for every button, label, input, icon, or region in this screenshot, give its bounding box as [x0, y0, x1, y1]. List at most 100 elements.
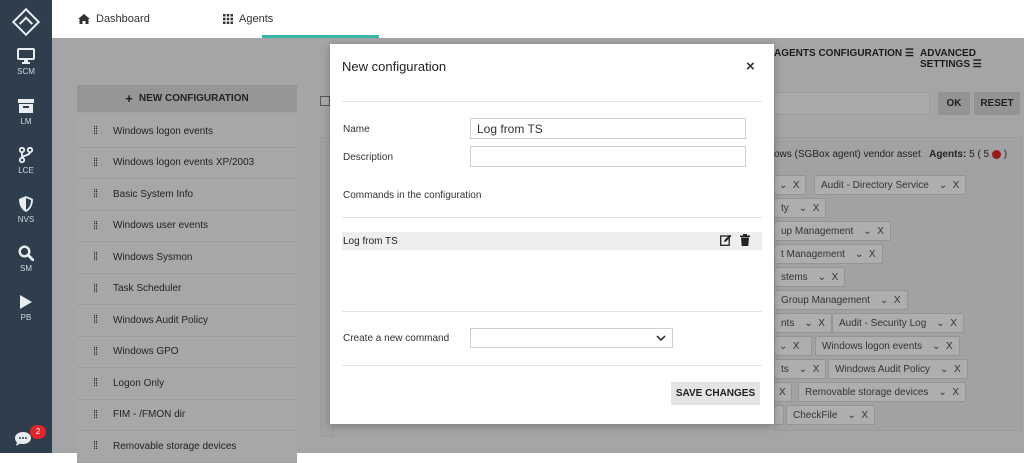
list-item[interactable]: ⁞⁞ Task Scheduler: [77, 273, 297, 305]
drag-handle-icon[interactable]: ⁞⁞: [77, 220, 113, 232]
remove-tag-icon[interactable]: ⌄ X: [799, 364, 820, 375]
tag[interactable]: CheckFile ⌄ X: [786, 405, 876, 425]
list-item-label: Windows logon events: [113, 125, 214, 137]
list-item[interactable]: ⁞⁞ Windows logon events XP/2003: [77, 147, 297, 179]
divider: [342, 311, 762, 312]
remove-tag-icon[interactable]: ⌄ X: [799, 203, 820, 214]
play-icon: [20, 295, 32, 309]
trash-icon[interactable]: [740, 234, 750, 246]
tag[interactable]: ⌄ X: [774, 175, 806, 195]
advanced-settings-link[interactable]: ADVANCED SETTINGS ☰: [920, 48, 1024, 70]
remove-tag-icon[interactable]: ⌄ X: [818, 272, 839, 283]
list-item[interactable]: ⁞⁞ Windows logon events: [77, 116, 297, 148]
remove-tag-icon[interactable]: ⌄ X: [855, 249, 876, 260]
close-icon[interactable]: ×: [746, 58, 755, 75]
drag-handle-icon[interactable]: ⁞⁞: [77, 409, 113, 421]
reset-button[interactable]: RESET: [974, 92, 1020, 115]
remove-tag-icon[interactable]: ⌄ X: [932, 341, 953, 352]
divider: [342, 101, 762, 102]
remove-tag-icon[interactable]: ⌄ X: [779, 180, 800, 191]
remove-tag-icon[interactable]: ⌄ X: [847, 410, 868, 421]
drag-handle-icon[interactable]: ⁞⁞: [77, 314, 113, 326]
edit-icon[interactable]: [720, 234, 732, 246]
list-item[interactable]: ⁞⁞ Windows Audit Policy: [77, 305, 297, 337]
tag[interactable]: Group Management ⌄ X: [774, 290, 908, 310]
tag-label: Group Management: [781, 294, 870, 306]
tag[interactable]: X: [774, 382, 792, 402]
ok-button-label: OK: [946, 98, 962, 109]
list-item[interactable]: ⁞⁞ FIM - /FMON dir: [77, 399, 297, 431]
tag[interactable]: ⌄ X: [774, 336, 812, 356]
tag[interactable]: up Management ⌄ X: [774, 221, 891, 241]
new-configuration-button[interactable]: + NEW CONFIGURATION: [77, 85, 297, 112]
commands-heading: Commands in the configuration: [343, 190, 482, 201]
new-command-select[interactable]: [470, 328, 673, 348]
filter-input[interactable]: [774, 92, 930, 115]
tag-label: up Management: [781, 225, 854, 237]
remove-tag-icon[interactable]: ⌄ X: [938, 387, 959, 398]
nav-lm[interactable]: LM: [0, 98, 52, 144]
tag[interactable]: Audit - Security Log ⌄ X: [832, 313, 964, 333]
tag[interactable]: ts ⌄ X: [774, 359, 827, 379]
remove-tag-icon[interactable]: ⌄ X: [779, 341, 800, 352]
divider: [342, 217, 762, 218]
drag-handle-icon[interactable]: ⁞⁞: [77, 188, 113, 200]
ok-button[interactable]: OK: [938, 92, 970, 115]
nav-sm-label: SM: [20, 264, 32, 273]
drag-handle-icon[interactable]: ⁞⁞: [77, 157, 113, 169]
description-input[interactable]: [470, 146, 746, 167]
tag-label: stems: [781, 271, 808, 283]
tag[interactable]: Audit - Directory Service ⌄ X: [814, 175, 967, 195]
nav-nvs[interactable]: NVS: [0, 196, 52, 242]
list-item[interactable]: ⁞⁞ Windows GPO: [77, 336, 297, 368]
nav-lm-label: LM: [20, 117, 32, 126]
tag-label: ty: [781, 202, 789, 214]
nav-lce[interactable]: LCE: [0, 147, 52, 193]
drag-handle-icon[interactable]: ⁞⁞: [77, 283, 113, 295]
new-configuration-label: NEW CONFIGURATION: [138, 93, 249, 104]
tag[interactable]: Windows logon events ⌄ X: [815, 336, 960, 356]
remove-tag-icon[interactable]: X: [779, 387, 786, 398]
drag-handle-icon[interactable]: ⁞⁞: [77, 377, 113, 389]
list-item[interactable]: ⁞⁞ Windows Sysmon: [77, 242, 297, 274]
tag-label: CheckFile: [793, 409, 838, 421]
nav-sm[interactable]: SM: [0, 245, 52, 291]
drag-handle-icon[interactable]: ⁞⁞: [77, 440, 113, 452]
name-input[interactable]: [470, 118, 746, 139]
menu-icon-2: ☰: [972, 59, 982, 70]
tab-dashboard[interactable]: Dashboard: [78, 0, 150, 38]
drag-handle-icon[interactable]: ⁞⁞: [77, 125, 113, 137]
app-logo-icon[interactable]: [11, 7, 41, 37]
remove-tag-icon[interactable]: ⌄ X: [939, 180, 960, 191]
remove-tag-icon[interactable]: ⌄ X: [863, 226, 884, 237]
nav-pb-label: PB: [20, 313, 32, 322]
nav-nvs-label: NVS: [17, 215, 35, 224]
agents-label: Agents:: [929, 149, 967, 160]
remove-tag-icon[interactable]: ⌄ X: [936, 318, 957, 329]
select-all-checkbox[interactable]: [320, 96, 330, 106]
tab-agents[interactable]: Agents: [223, 0, 273, 38]
list-item[interactable]: ⁞⁞ Removable storage devices: [77, 431, 297, 463]
tag[interactable]: Removable storage devices ⌄ X: [798, 382, 967, 402]
drag-handle-icon[interactable]: ⁞⁞: [77, 346, 113, 358]
agents-configuration-link[interactable]: AGENTS CONFIGURATION ☰: [774, 48, 914, 59]
shield-icon: [19, 196, 33, 212]
divider: [342, 365, 762, 366]
remove-tag-icon[interactable]: ⌄ X: [880, 295, 901, 306]
nav-scm[interactable]: SCM: [0, 48, 52, 94]
nav-pb[interactable]: PB: [0, 294, 52, 340]
tag[interactable]: Windows Audit Policy ⌄ X: [828, 359, 968, 379]
list-item[interactable]: ⁞⁞ Basic System Info: [77, 179, 297, 211]
drag-handle-icon[interactable]: ⁞⁞: [77, 251, 113, 263]
tag[interactable]: nts ⌄ X: [774, 313, 832, 333]
grid-icon: [223, 14, 233, 24]
tag[interactable]: t Management ⌄ X: [774, 244, 883, 264]
list-item[interactable]: ⁞⁞ Windows user events: [77, 210, 297, 242]
tag[interactable]: stems ⌄ X: [774, 267, 846, 287]
remove-tag-icon[interactable]: ⌄ X: [940, 364, 961, 375]
list-item[interactable]: ⁞⁞ Logon Only: [77, 368, 297, 400]
tag[interactable]: [774, 405, 784, 425]
remove-tag-icon[interactable]: ⌄ X: [804, 318, 825, 329]
tag[interactable]: ty ⌄ X: [774, 198, 827, 218]
save-changes-button[interactable]: SAVE CHANGES: [671, 382, 760, 405]
